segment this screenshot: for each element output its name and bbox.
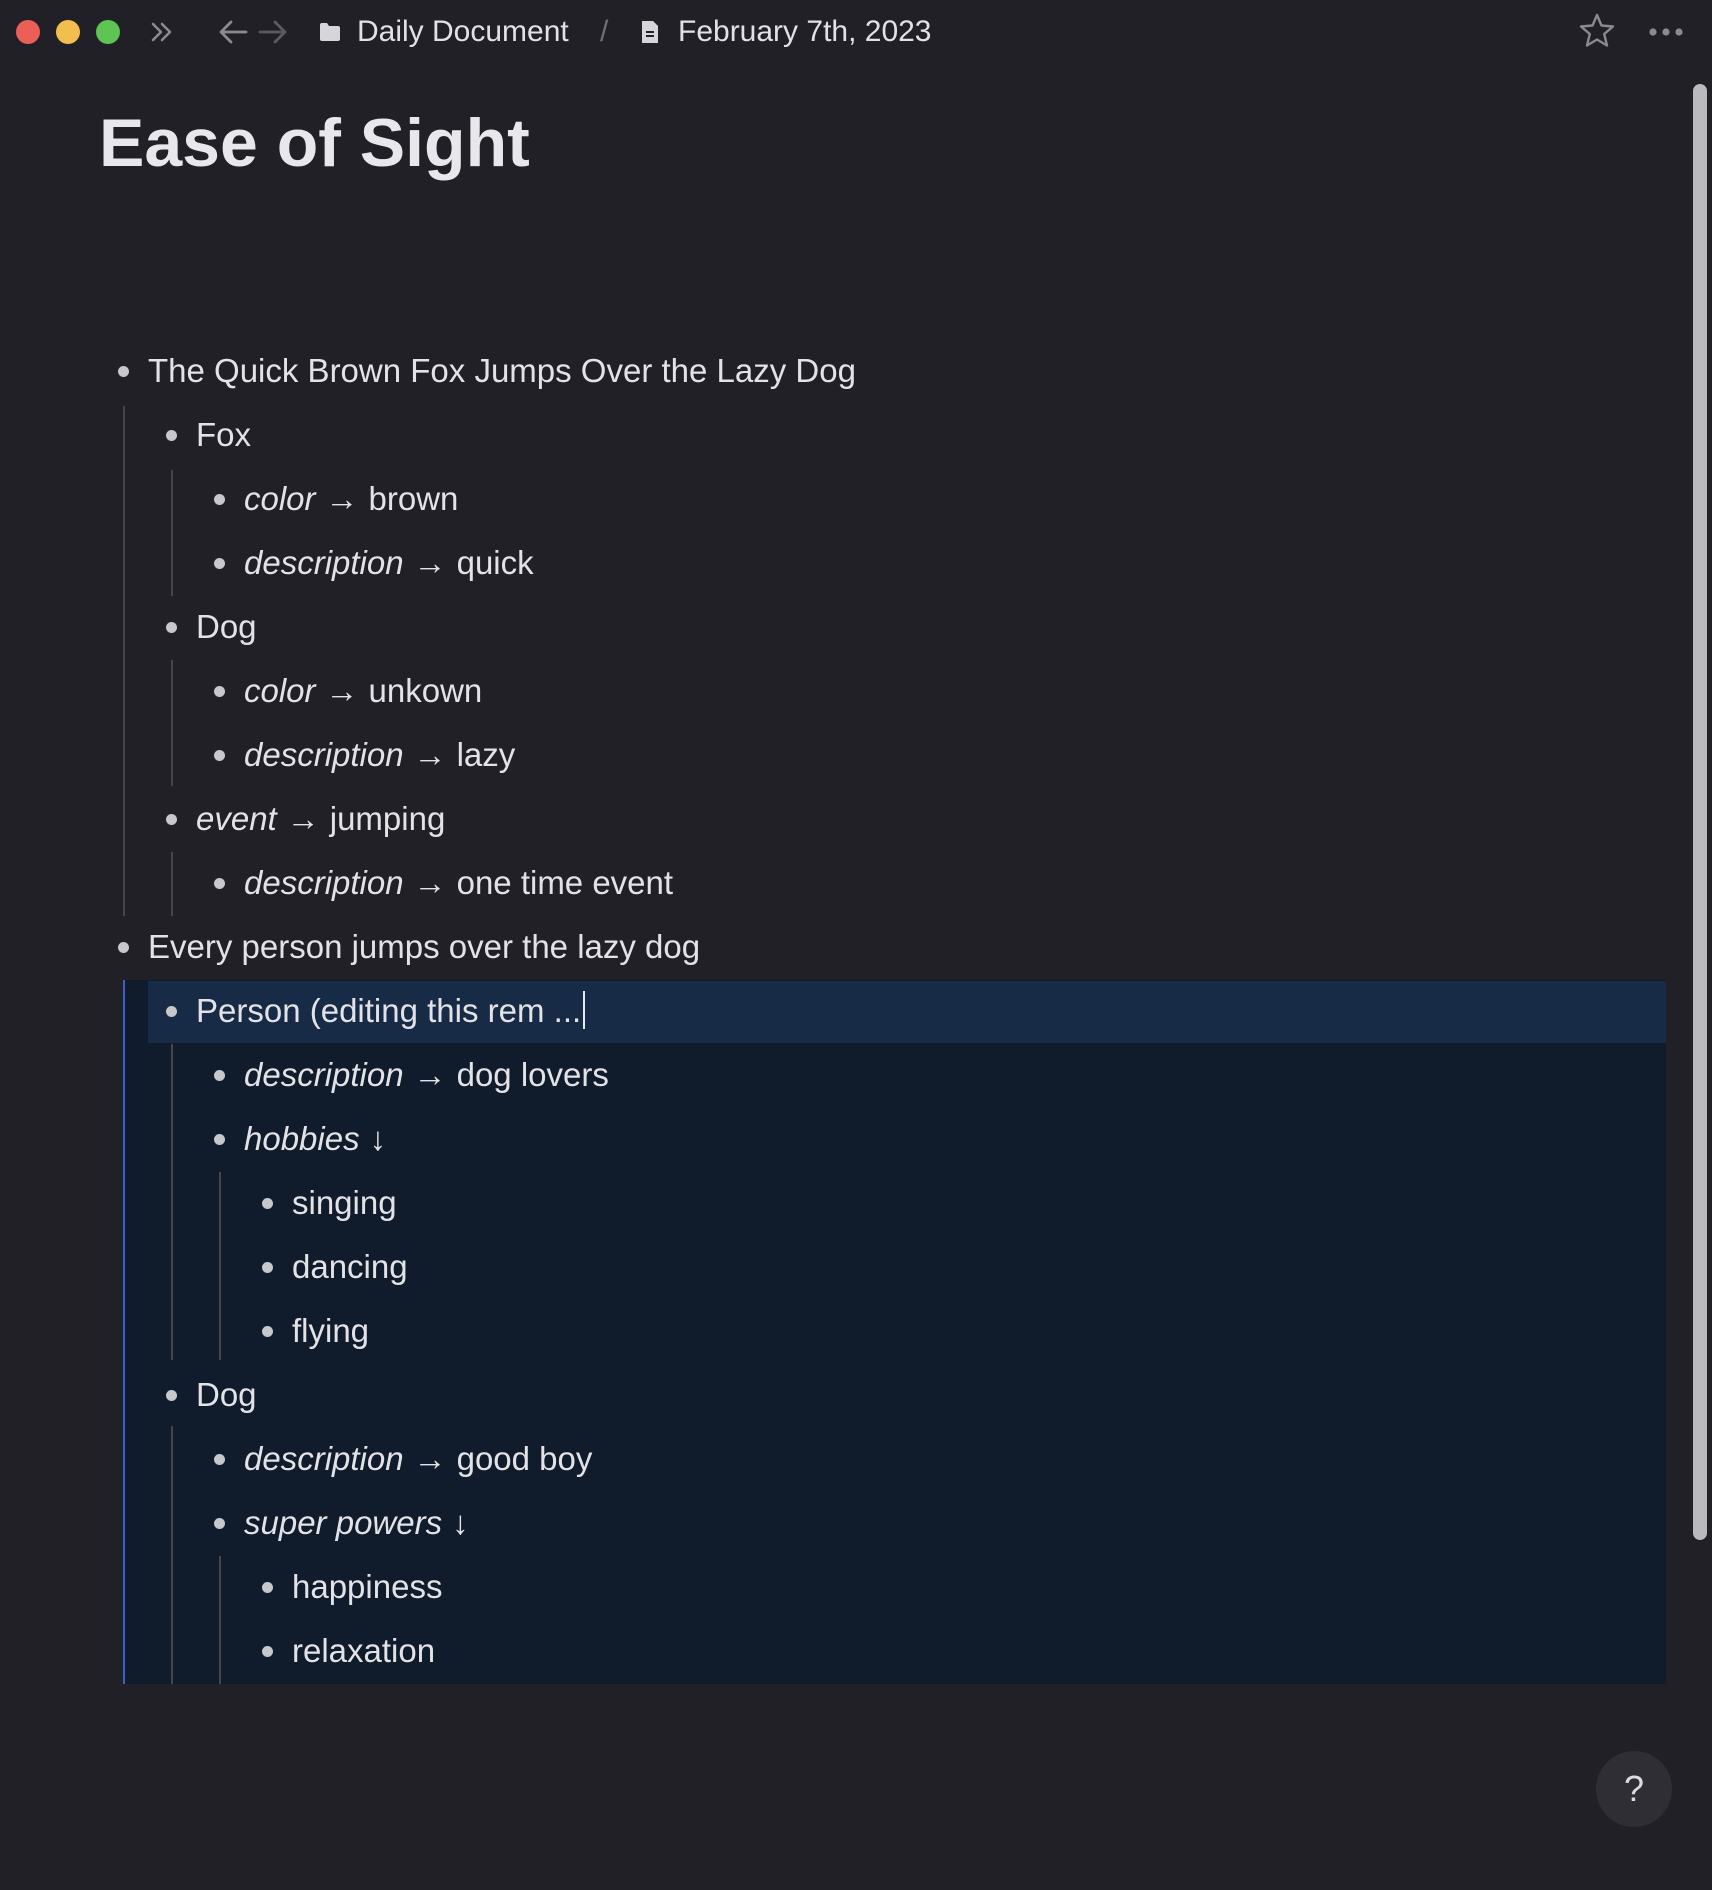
property-value: jumping [329,800,446,837]
bullet[interactable] [262,1262,273,1273]
help-icon: ? [1623,1768,1645,1809]
property-key: description [244,544,404,581]
property-row[interactable]: event → jumping [196,787,445,851]
text-caret [583,991,586,1030]
bullet[interactable] [214,750,225,761]
bullet[interactable] [166,622,177,633]
folder-icon [318,21,342,43]
arrow-down-icon: ↓ [369,1120,387,1157]
property-value: good boy [456,1440,593,1477]
outline-item-root-1[interactable]: The Quick Brown Fox Jumps Over the Lazy … [148,339,856,403]
property-key: color [244,672,316,709]
property-row[interactable]: description → dog lovers [244,1043,609,1107]
property-value: lazy [456,736,516,773]
arrow-right-icon: → [325,672,359,709]
indent-guide [171,852,173,916]
breadcrumb-current[interactable]: February 7th, 2023 [678,12,932,52]
double-chevron-right-icon[interactable] [148,18,176,46]
breadcrumb-parent[interactable]: Daily Document [357,12,569,52]
arrow-right-icon: → [413,736,447,773]
property-row[interactable]: super powers ↓ [244,1491,479,1555]
arrow-right-icon: → [413,1440,447,1477]
bullet[interactable] [262,1198,273,1209]
property-value: quick [456,544,534,581]
property-key: description [244,1440,404,1477]
bullet[interactable] [214,1454,225,1465]
scrollbar-thumb[interactable] [1693,84,1707,1540]
minimize-window-button[interactable] [56,20,80,44]
list-item[interactable]: dancing [292,1235,408,1299]
property-row[interactable]: color → unkown [244,659,482,723]
help-button[interactable]: ? [1596,1751,1672,1827]
indent-guide [123,406,125,916]
property-row[interactable]: description → lazy [244,723,515,787]
focus-indent-guide [123,980,125,1684]
star-icon[interactable] [1578,12,1616,50]
indent-guide [219,1556,221,1684]
editing-text[interactable]: Person (editing this rem ... [196,992,581,1029]
property-key: color [244,480,316,517]
list-item[interactable]: happiness [292,1555,442,1619]
arrow-right-icon: → [413,544,447,581]
maximize-window-button[interactable] [96,20,120,44]
arrow-right-icon: → [413,1056,447,1093]
property-row[interactable]: hobbies ↓ [244,1107,396,1171]
arrow-down-icon: ↓ [452,1504,469,1541]
list-item[interactable]: relaxation [292,1619,435,1683]
title-bar: Daily Document / February 7th, 2023 [0,0,1712,64]
bullet[interactable] [214,686,225,697]
bullet[interactable] [214,558,225,569]
property-row[interactable]: description → good boy [244,1427,592,1491]
bullet[interactable] [166,814,177,825]
bullet[interactable] [214,1070,225,1081]
more-icon[interactable] [1648,26,1684,38]
property-row[interactable]: description → quick [244,531,534,595]
property-key: description [244,1056,404,1093]
arrow-right-icon: → [413,864,447,901]
bullet[interactable] [166,1390,177,1401]
indent-guide [219,1172,221,1360]
bullet[interactable] [166,430,177,441]
document-icon [640,19,660,45]
property-value: brown [368,480,459,517]
property-key: hobbies [244,1120,360,1157]
property-value: one time event [456,864,674,901]
indent-guide [171,1044,173,1360]
close-window-button[interactable] [16,20,40,44]
breadcrumb-separator: / [600,15,609,48]
bullet[interactable] [118,942,129,953]
bullet[interactable] [166,1006,177,1017]
outline-item-dog[interactable]: Dog [196,595,257,659]
editing-outline-item[interactable]: Person (editing this rem ... [196,979,586,1043]
bullet[interactable] [118,366,129,377]
property-key: event [196,800,277,837]
page-title[interactable]: Ease of Sight [99,104,530,182]
arrow-left-icon[interactable] [216,16,250,48]
list-item[interactable]: flying [292,1299,369,1363]
indent-guide [171,1426,173,1684]
arrow-right-icon: → [286,800,320,837]
bullet[interactable] [262,1326,273,1337]
bullet[interactable] [214,1518,225,1529]
arrow-right-icon: → [325,480,359,517]
indent-guide [171,470,173,596]
bullet[interactable] [214,878,225,889]
outline-item-root-2[interactable]: Every person jumps over the lazy dog [148,915,700,979]
arrow-right-icon[interactable] [256,16,290,48]
bullet[interactable] [214,494,225,505]
outline-item-dog-2[interactable]: Dog [196,1363,257,1427]
property-value: unkown [368,672,483,709]
property-row[interactable]: color → brown [244,467,458,531]
bullet[interactable] [262,1646,273,1657]
list-item[interactable]: singing [292,1171,397,1235]
bullet[interactable] [262,1582,273,1593]
property-key: description [244,736,404,773]
property-row[interactable]: description → one time event [244,851,673,915]
property-value: dog lovers [456,1056,609,1093]
indent-guide [171,660,173,786]
bullet[interactable] [214,1134,225,1145]
outline-item-fox[interactable]: Fox [196,403,251,467]
property-key: super powers [244,1504,443,1541]
property-key: description [244,864,404,901]
